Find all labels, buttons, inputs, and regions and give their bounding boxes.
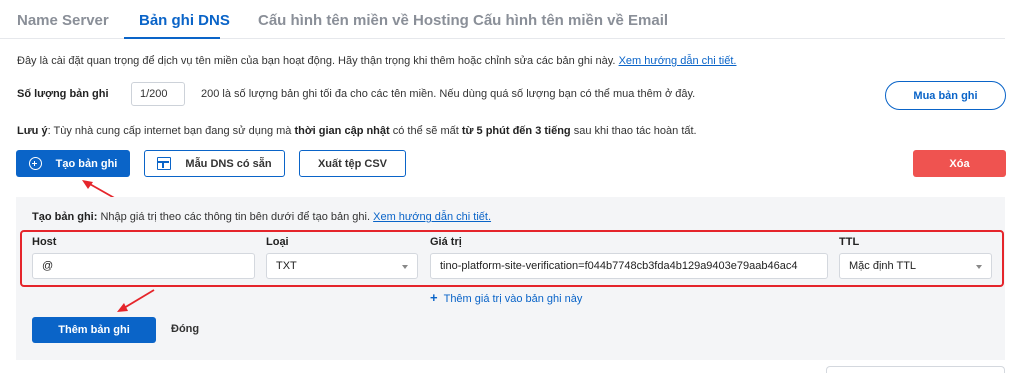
template-icon <box>157 157 172 170</box>
tab-email-config[interactable]: Cấu hình tên miền về Email <box>473 12 668 29</box>
create-record-button[interactable]: Tạo bản ghi <box>16 150 130 177</box>
create-form-intro-bold: Tạo bản ghi: <box>32 211 98 223</box>
warning-prefix: Lưu ý <box>17 125 48 137</box>
ttl-select[interactable]: Mặc định TTL <box>839 253 992 279</box>
close-form-button[interactable]: Đóng <box>171 323 199 335</box>
value-input[interactable]: tino-platform-site-verification=f044b774… <box>430 253 828 279</box>
add-value-link[interactable]: + Thêm giá trị vào bản ghi này <box>430 290 582 305</box>
host-input[interactable]: @ <box>32 253 255 279</box>
value-label: Giá trị <box>430 236 462 248</box>
export-csv-button[interactable]: Xuất tệp CSV <box>299 150 406 177</box>
chevron-down-icon <box>976 265 982 269</box>
warning-bold-2: từ 5 phút đến 3 tiếng <box>461 125 571 137</box>
delete-button[interactable]: Xóa <box>913 150 1006 177</box>
buy-records-button[interactable]: Mua bản ghi <box>885 81 1006 110</box>
ttl-select-value: Mặc định TTL <box>849 260 917 272</box>
guide-link[interactable]: Xem hướng dẫn chi tiết. <box>619 55 737 67</box>
active-tab-indicator <box>124 37 220 39</box>
plus-circle-icon <box>28 157 42 170</box>
type-select[interactable]: TXT <box>266 253 418 279</box>
type-label: Loại <box>266 236 289 248</box>
dns-templates-button[interactable]: Mẫu DNS có sẵn <box>144 150 285 177</box>
type-select-value: TXT <box>276 260 297 272</box>
tab-dns-records[interactable]: Bản ghi DNS <box>139 12 230 29</box>
dns-templates-label: Mẫu DNS có sẵn <box>185 157 272 170</box>
update-time-warning: Lưu ý: Tùy nhà cung cấp internet bạn đan… <box>17 125 697 137</box>
warning-text-3: sau khi thao tác hoàn tất. <box>570 125 697 137</box>
add-record-button[interactable]: Thêm bản ghi <box>32 317 156 343</box>
warning-text-1: : Tùy nhà cung cấp internet bạn đang sử … <box>47 125 295 137</box>
create-record-label: Tạo bản ghi <box>55 157 118 170</box>
plus-icon: + <box>430 290 438 305</box>
warning-text-2: có thể sẽ mất <box>389 125 462 137</box>
annotation-arrow-submit <box>117 289 155 312</box>
record-count-description: 200 là số lượng bản ghi tối đa cho các t… <box>201 88 696 100</box>
add-value-label: Thêm giá trị vào bản ghi này <box>443 293 583 305</box>
dns-notice-text: Đây là cài đặt quan trọng để dịch vụ tên… <box>17 55 616 67</box>
dns-notice: Đây là cài đặt quan trọng để dịch vụ tên… <box>17 55 736 67</box>
host-label: Host <box>32 236 57 248</box>
create-form-guide-link[interactable]: Xem hướng dẫn chi tiết. <box>373 211 491 223</box>
record-count-field: 1/200 <box>131 82 185 106</box>
tab-name-server[interactable]: Name Server <box>17 12 109 29</box>
record-count-label: Số lượng bản ghi <box>17 88 109 100</box>
ttl-label: TTL <box>839 236 860 248</box>
pagination-control[interactable] <box>826 366 1005 373</box>
chevron-down-icon <box>402 265 408 269</box>
create-form-intro: Tạo bản ghi: Nhập giá trị theo các thông… <box>32 211 491 223</box>
warning-bold-1: thời gian cập nhật <box>294 125 390 137</box>
tab-hosting-config[interactable]: Cấu hình tên miền về Hosting <box>258 12 469 29</box>
create-form-intro-text: Nhập giá trị theo các thông tin bên dưới… <box>97 211 371 223</box>
